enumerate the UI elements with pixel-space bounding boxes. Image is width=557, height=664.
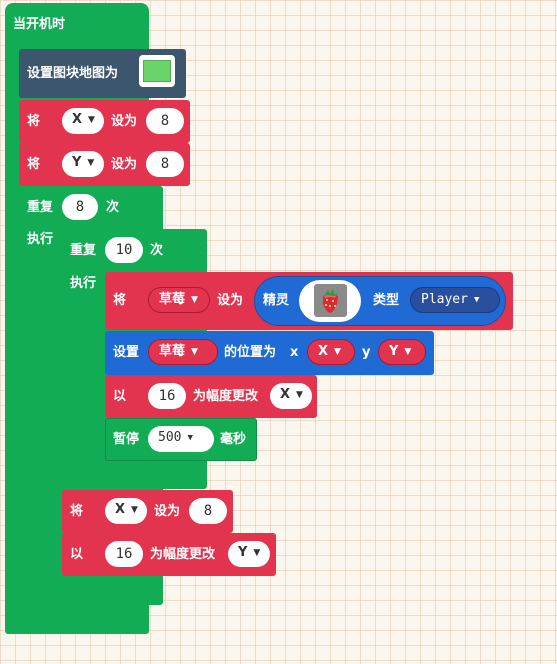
- set-y-var: Y: [72, 155, 82, 170]
- set-x-var-dropdown[interactable]: X ▼: [62, 108, 104, 134]
- set-x-label: 将: [27, 114, 41, 129]
- chevron-down-icon: ▼: [191, 347, 198, 357]
- pause-label: 暂停: [113, 432, 140, 447]
- outer-repeat-label: 重复: [27, 200, 54, 215]
- outer-repeat-count-input[interactable]: 8: [62, 194, 98, 220]
- reset-x-label: 将: [70, 504, 84, 519]
- chevron-down-icon: ▼: [88, 115, 95, 125]
- inner-repeat-count-input[interactable]: 10: [105, 237, 143, 263]
- reset-x-var: X: [115, 502, 126, 517]
- reset-x-value-input[interactable]: 8: [189, 498, 227, 524]
- chevron-down-icon: ▼: [473, 295, 480, 305]
- set-y-set-label: 设为: [111, 157, 138, 172]
- set-sprite-var: 草莓: [159, 292, 186, 307]
- reset-x-set-label: 设为: [154, 504, 181, 519]
- change-x-var-dropdown[interactable]: X ▼: [270, 383, 312, 409]
- outer-repeat-times-label: 次: [106, 200, 120, 215]
- set-sprite-set-label: 设为: [217, 293, 244, 308]
- change-y-change-label: 为幅度更改: [150, 547, 216, 562]
- set-x-value-input[interactable]: 8: [146, 108, 184, 134]
- sprite-kind: Player: [421, 292, 468, 307]
- chevron-down-icon: ▼: [131, 505, 138, 515]
- outer-repeat-do-label: 执行: [27, 232, 54, 247]
- sprite-kind-dropdown[interactable]: Player ▼: [410, 287, 500, 313]
- set-x-var: X: [72, 112, 83, 127]
- set-position-x-dropdown[interactable]: X ▼: [307, 339, 355, 365]
- pause-unit-label: 毫秒: [220, 432, 247, 447]
- change-y-var: Y: [238, 545, 248, 560]
- pause-ms-dropdown[interactable]: 500 ▼: [148, 426, 214, 452]
- set-sprite-var-dropdown[interactable]: 草莓 ▼: [148, 287, 210, 313]
- change-x-label: 以: [113, 389, 127, 404]
- pause-ms: 500: [158, 430, 182, 445]
- set-x-set-label: 设为: [111, 114, 138, 129]
- set-position-y-label: y: [362, 345, 371, 360]
- set-position-var: 草莓: [159, 344, 186, 359]
- set-position-var-dropdown[interactable]: 草莓 ▼: [148, 339, 218, 365]
- chevron-down-icon: ▼: [296, 390, 303, 400]
- tilemap-preview-icon: [143, 60, 171, 82]
- chevron-down-icon: ▼: [191, 295, 198, 305]
- change-x-var: X: [280, 387, 291, 402]
- inner-repeat-label: 重复: [70, 243, 97, 258]
- chevron-down-icon: ▼: [404, 347, 412, 357]
- chevron-down-icon: ▼: [253, 548, 261, 558]
- strawberry-sprite-frame: [314, 284, 347, 317]
- set-position-x-var: X: [318, 344, 329, 359]
- set-y-value-input[interactable]: 8: [146, 151, 184, 177]
- inner-repeat-times-label: 次: [150, 243, 164, 258]
- reset-x-var-dropdown[interactable]: X ▼: [105, 498, 147, 524]
- sprite-image-button[interactable]: [299, 280, 361, 322]
- set-position-y-var: Y: [389, 344, 399, 359]
- chevron-down-icon: ▼: [87, 158, 95, 168]
- strawberry-icon: [323, 289, 338, 313]
- set-position-label: 设置: [113, 345, 140, 360]
- set-y-var-dropdown[interactable]: Y ▼: [62, 151, 104, 177]
- set-position-x-label: x: [290, 345, 299, 360]
- set-position-y-dropdown[interactable]: Y ▼: [378, 339, 426, 365]
- change-y-amount-input[interactable]: 16: [105, 541, 143, 567]
- chevron-down-icon: ▼: [187, 433, 193, 443]
- chevron-down-icon: ▼: [334, 347, 341, 357]
- set-tilemap-label: 设置图块地图为: [27, 66, 119, 81]
- on-start-label: 当开机时: [13, 17, 66, 32]
- tilemap-preview-button[interactable]: [139, 55, 175, 87]
- change-x-change-label: 为幅度更改: [193, 389, 259, 404]
- change-y-var-dropdown[interactable]: Y ▼: [228, 541, 270, 567]
- set-y-label: 将: [27, 157, 41, 172]
- set-position-pos-label: 的位置为: [224, 345, 277, 360]
- change-x-amount-input[interactable]: 16: [148, 383, 186, 409]
- sprite-label: 精灵: [263, 293, 290, 308]
- sprite-kind-label: 类型: [373, 293, 400, 308]
- change-y-label: 以: [70, 547, 84, 562]
- set-sprite-label: 将: [113, 293, 127, 308]
- inner-repeat-do-label: 执行: [70, 276, 97, 291]
